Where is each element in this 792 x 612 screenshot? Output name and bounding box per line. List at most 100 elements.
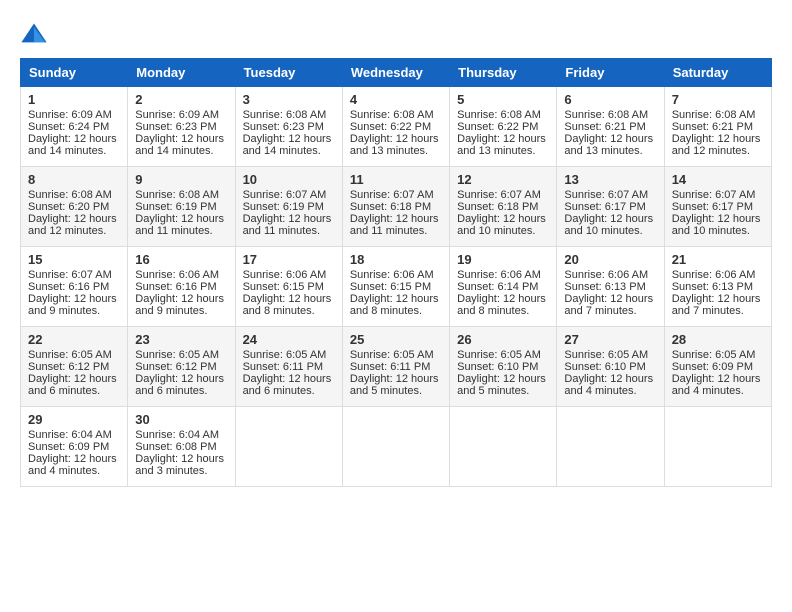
- calendar-cell: [235, 407, 342, 487]
- day-number: 18: [350, 252, 442, 267]
- sunset-text: Sunset: 6:12 PM: [135, 361, 216, 373]
- daylight-text: Daylight: 12 hoursand 10 minutes.: [564, 213, 653, 237]
- sunset-text: Sunset: 6:15 PM: [350, 281, 431, 293]
- day-number: 22: [28, 332, 120, 347]
- calendar-cell: 1Sunrise: 6:09 AMSunset: 6:24 PMDaylight…: [21, 87, 128, 167]
- sunrise-text: Sunrise: 6:04 AM: [135, 429, 219, 441]
- day-number: 15: [28, 252, 120, 267]
- sunrise-text: Sunrise: 6:07 AM: [672, 189, 756, 201]
- daylight-text: Daylight: 12 hoursand 11 minutes.: [243, 213, 332, 237]
- sunrise-text: Sunrise: 6:08 AM: [564, 109, 648, 121]
- sunrise-text: Sunrise: 6:05 AM: [28, 349, 112, 361]
- calendar-cell: 29Sunrise: 6:04 AMSunset: 6:09 PMDayligh…: [21, 407, 128, 487]
- sunrise-text: Sunrise: 6:09 AM: [135, 109, 219, 121]
- sunrise-text: Sunrise: 6:05 AM: [243, 349, 327, 361]
- daylight-text: Daylight: 12 hoursand 8 minutes.: [243, 293, 332, 317]
- daylight-text: Daylight: 12 hoursand 8 minutes.: [457, 293, 546, 317]
- day-number: 23: [135, 332, 227, 347]
- day-number: 24: [243, 332, 335, 347]
- sunset-text: Sunset: 6:09 PM: [672, 361, 753, 373]
- sunset-text: Sunset: 6:16 PM: [135, 281, 216, 293]
- calendar-week-3: 15Sunrise: 6:07 AMSunset: 6:16 PMDayligh…: [21, 247, 772, 327]
- sunset-text: Sunset: 6:10 PM: [457, 361, 538, 373]
- sunrise-text: Sunrise: 6:06 AM: [672, 269, 756, 281]
- calendar-cell: 30Sunrise: 6:04 AMSunset: 6:08 PMDayligh…: [128, 407, 235, 487]
- sunset-text: Sunset: 6:22 PM: [457, 121, 538, 133]
- calendar-cell: 16Sunrise: 6:06 AMSunset: 6:16 PMDayligh…: [128, 247, 235, 327]
- sunrise-text: Sunrise: 6:06 AM: [564, 269, 648, 281]
- sunset-text: Sunset: 6:13 PM: [672, 281, 753, 293]
- sunrise-text: Sunrise: 6:07 AM: [457, 189, 541, 201]
- sunset-text: Sunset: 6:24 PM: [28, 121, 109, 133]
- day-header-tuesday: Tuesday: [235, 59, 342, 87]
- daylight-text: Daylight: 12 hoursand 14 minutes.: [135, 133, 224, 157]
- day-number: 3: [243, 92, 335, 107]
- calendar-cell: [450, 407, 557, 487]
- sunset-text: Sunset: 6:22 PM: [350, 121, 431, 133]
- sunrise-text: Sunrise: 6:05 AM: [564, 349, 648, 361]
- sunrise-text: Sunrise: 6:07 AM: [564, 189, 648, 201]
- daylight-text: Daylight: 12 hoursand 7 minutes.: [672, 293, 761, 317]
- sunset-text: Sunset: 6:19 PM: [243, 201, 324, 213]
- sunset-text: Sunset: 6:16 PM: [28, 281, 109, 293]
- sunrise-text: Sunrise: 6:07 AM: [243, 189, 327, 201]
- day-number: 16: [135, 252, 227, 267]
- daylight-text: Daylight: 12 hoursand 5 minutes.: [350, 373, 439, 397]
- sunset-text: Sunset: 6:19 PM: [135, 201, 216, 213]
- calendar-cell: 27Sunrise: 6:05 AMSunset: 6:10 PMDayligh…: [557, 327, 664, 407]
- day-number: 13: [564, 172, 656, 187]
- day-number: 9: [135, 172, 227, 187]
- calendar-cell: 9Sunrise: 6:08 AMSunset: 6:19 PMDaylight…: [128, 167, 235, 247]
- calendar-header-row: SundayMondayTuesdayWednesdayThursdayFrid…: [21, 59, 772, 87]
- calendar-table: SundayMondayTuesdayWednesdayThursdayFrid…: [20, 58, 772, 487]
- sunrise-text: Sunrise: 6:08 AM: [28, 189, 112, 201]
- calendar-cell: 4Sunrise: 6:08 AMSunset: 6:22 PMDaylight…: [342, 87, 449, 167]
- day-number: 28: [672, 332, 764, 347]
- daylight-text: Daylight: 12 hoursand 4 minutes.: [672, 373, 761, 397]
- daylight-text: Daylight: 12 hoursand 8 minutes.: [350, 293, 439, 317]
- daylight-text: Daylight: 12 hoursand 6 minutes.: [243, 373, 332, 397]
- calendar-cell: 24 Sunrise: 6:05 AMSunset: 6:11 PMDayligh…: [235, 327, 342, 407]
- daylight-text: Daylight: 12 hoursand 12 minutes.: [672, 133, 761, 157]
- sunrise-text: Sunrise: 6:05 AM: [350, 349, 434, 361]
- day-number: 4: [350, 92, 442, 107]
- calendar-body: 1Sunrise: 6:09 AMSunset: 6:24 PMDaylight…: [21, 87, 772, 487]
- day-header-friday: Friday: [557, 59, 664, 87]
- calendar-cell: 3Sunrise: 6:08 AMSunset: 6:23 PMDaylight…: [235, 87, 342, 167]
- daylight-text: Daylight: 12 hoursand 11 minutes.: [350, 213, 439, 237]
- sunset-text: Sunset: 6:13 PM: [564, 281, 645, 293]
- calendar-cell: 14Sunrise: 6:07 AMSunset: 6:17 PMDayligh…: [664, 167, 771, 247]
- day-number: 29: [28, 412, 120, 427]
- calendar-cell: 2Sunrise: 6:09 AMSunset: 6:23 PMDaylight…: [128, 87, 235, 167]
- sunset-text: Sunset: 6:18 PM: [457, 201, 538, 213]
- day-header-sunday: Sunday: [21, 59, 128, 87]
- calendar-cell: 7Sunrise: 6:08 AMSunset: 6:21 PMDaylight…: [664, 87, 771, 167]
- day-number: 14: [672, 172, 764, 187]
- daylight-text: Daylight: 12 hoursand 9 minutes.: [28, 293, 117, 317]
- sunset-text: Sunset: 6:17 PM: [672, 201, 753, 213]
- logo: [20, 20, 52, 48]
- calendar-cell: 18Sunrise: 6:06 AMSunset: 6:15 PMDayligh…: [342, 247, 449, 327]
- daylight-text: Daylight: 12 hoursand 4 minutes.: [28, 453, 117, 477]
- daylight-text: Daylight: 12 hoursand 3 minutes.: [135, 453, 224, 477]
- calendar-cell: 11Sunrise: 6:07 AMSunset: 6:18 PMDayligh…: [342, 167, 449, 247]
- calendar-week-4: 22Sunrise: 6:05 AMSunset: 6:12 PMDayligh…: [21, 327, 772, 407]
- day-header-thursday: Thursday: [450, 59, 557, 87]
- logo-icon: [20, 20, 48, 48]
- calendar-cell: 8Sunrise: 6:08 AMSunset: 6:20 PMDaylight…: [21, 167, 128, 247]
- daylight-text: Daylight: 12 hoursand 14 minutes.: [243, 133, 332, 157]
- calendar-cell: 15 Sunrise: 6:07 AMSunset: 6:16 PMDayligh…: [21, 247, 128, 327]
- sunset-text: Sunset: 6:20 PM: [28, 201, 109, 213]
- daylight-text: Daylight: 12 hoursand 7 minutes.: [564, 293, 653, 317]
- day-header-saturday: Saturday: [664, 59, 771, 87]
- daylight-text: Daylight: 12 hoursand 6 minutes.: [135, 373, 224, 397]
- sunset-text: Sunset: 6:11 PM: [243, 361, 324, 373]
- day-number: 20: [564, 252, 656, 267]
- calendar-cell: 19Sunrise: 6:06 AMSunset: 6:14 PMDayligh…: [450, 247, 557, 327]
- day-number: 11: [350, 172, 442, 187]
- calendar-week-2: 8Sunrise: 6:08 AMSunset: 6:20 PMDaylight…: [21, 167, 772, 247]
- calendar-cell: 6Sunrise: 6:08 AMSunset: 6:21 PMDaylight…: [557, 87, 664, 167]
- daylight-text: Daylight: 12 hoursand 5 minutes.: [457, 373, 546, 397]
- sunrise-text: Sunrise: 6:07 AM: [28, 269, 112, 281]
- calendar-cell: 23Sunrise: 6:05 AMSunset: 6:12 PMDayligh…: [128, 327, 235, 407]
